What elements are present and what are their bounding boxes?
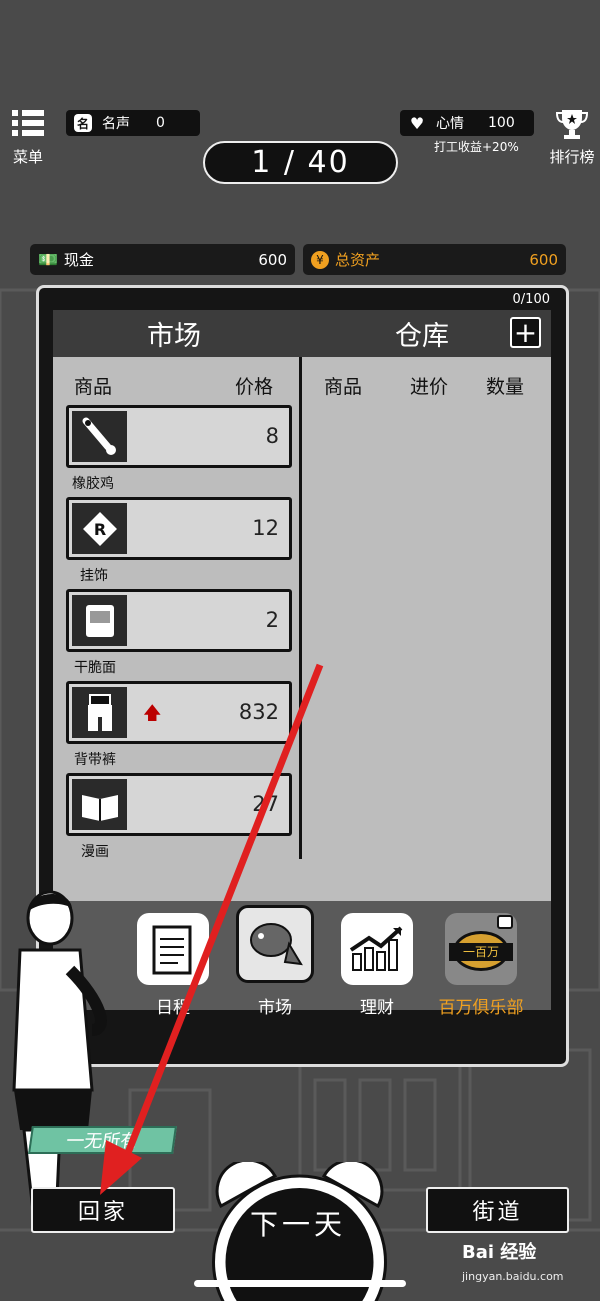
overalls-icon: [72, 687, 127, 738]
reputation-label: 名声: [102, 116, 130, 132]
rubber-chicken-icon: [72, 411, 127, 462]
item-name: 干脆面: [74, 660, 116, 676]
warehouse-col-goods: 商品: [324, 376, 363, 398]
market-item[interactable]: 2: [66, 589, 292, 652]
home-indicator: [194, 1280, 406, 1287]
work-bonus-text: 打工收益+20%: [434, 140, 519, 154]
item-price: 832: [238, 700, 279, 724]
item-name: 漫画: [81, 844, 109, 860]
watermark-url: jingyan.baidu.com: [462, 1270, 564, 1283]
item-price: 27: [252, 792, 279, 816]
reputation-value: 0: [156, 115, 165, 131]
assets-bar: ¥ 总资产 600: [303, 244, 566, 275]
trade-header: 市场 仓库 +: [53, 310, 551, 357]
warehouse-col-cost: 进价: [410, 376, 449, 398]
leaderboard-button[interactable]: 排行榜: [546, 106, 598, 167]
lock-icon: [497, 915, 513, 929]
mood-stat: ♥ 心情 100: [400, 110, 534, 136]
day-counter: 1 / 40: [203, 141, 398, 184]
reputation-icon: 名: [74, 114, 92, 132]
item-price: 2: [265, 608, 279, 632]
warehouse-col-quantity: 数量: [486, 376, 525, 398]
heart-icon: ♥: [409, 113, 425, 133]
market-tab-button[interactable]: [236, 905, 314, 983]
item-price: 8: [265, 424, 279, 448]
assets-value: 600: [529, 250, 558, 269]
market-tab-label: 市场: [258, 998, 292, 1018]
schedule-icon: [152, 925, 192, 975]
schedule-button[interactable]: [137, 913, 209, 985]
reputation-stat: 名 名声 0: [66, 110, 200, 136]
cash-label: 现金: [63, 251, 94, 269]
chart-growth-icon: [349, 926, 403, 971]
svg-text:R: R: [93, 520, 105, 539]
status-banner: 一无所有: [28, 1126, 177, 1154]
item-name: 背带裤: [74, 752, 116, 768]
cash-bar: 💵 现金 600: [30, 244, 295, 275]
market-item[interactable]: 🡅 832: [66, 681, 292, 744]
expand-warehouse-button[interactable]: +: [510, 317, 541, 348]
comic-book-icon: [72, 779, 127, 830]
million-club-icon: 一百万: [449, 915, 513, 979]
million-club-button[interactable]: 一百万: [445, 913, 517, 985]
coin-icon: ¥: [311, 250, 329, 269]
finance-label: 理财: [360, 998, 394, 1018]
warehouse-title: 仓库: [395, 321, 449, 352]
noodles-icon: [72, 595, 127, 646]
go-home-button[interactable]: 回家: [31, 1187, 175, 1233]
fish-market-icon: [250, 923, 303, 966]
million-club-label: 百万俱乐部: [438, 998, 524, 1018]
cash-value: 600: [258, 250, 287, 269]
market-item[interactable]: R 12: [66, 497, 292, 560]
market-item[interactable]: 27: [66, 773, 292, 836]
million-badge-text: 一百万: [449, 943, 513, 961]
warehouse-capacity: 0/100: [512, 292, 550, 307]
trophy-icon: [555, 110, 589, 139]
item-name: 橡胶鸡: [72, 476, 114, 492]
item-price: 12: [252, 516, 279, 540]
market-col-price: 价格: [235, 376, 274, 398]
menu-icon: [12, 110, 44, 136]
item-name: 挂饰: [80, 568, 108, 584]
leaderboard-label: 排行榜: [549, 148, 595, 166]
price-up-arrow-icon: 🡅: [143, 703, 162, 724]
mood-value: 100: [488, 115, 515, 131]
market-item[interactable]: 8: [66, 405, 292, 468]
market-title: 市场: [147, 321, 201, 352]
street-button[interactable]: 街道: [426, 1187, 569, 1233]
baidu-watermark: Bai 经验: [462, 1242, 537, 1263]
column-divider: [299, 357, 302, 859]
menu-button[interactable]: 菜单: [8, 108, 48, 167]
assets-label: 总资产: [335, 251, 381, 269]
next-day-button[interactable]: 下一天: [250, 1203, 346, 1243]
menu-label: 菜单: [12, 148, 43, 166]
mood-label: 心情: [436, 116, 464, 132]
schedule-label: 日程: [156, 998, 190, 1018]
finance-button[interactable]: [341, 913, 413, 985]
market-col-goods: 商品: [74, 376, 113, 398]
cash-icon: 💵: [38, 250, 58, 269]
pendant-icon: R: [72, 503, 127, 554]
